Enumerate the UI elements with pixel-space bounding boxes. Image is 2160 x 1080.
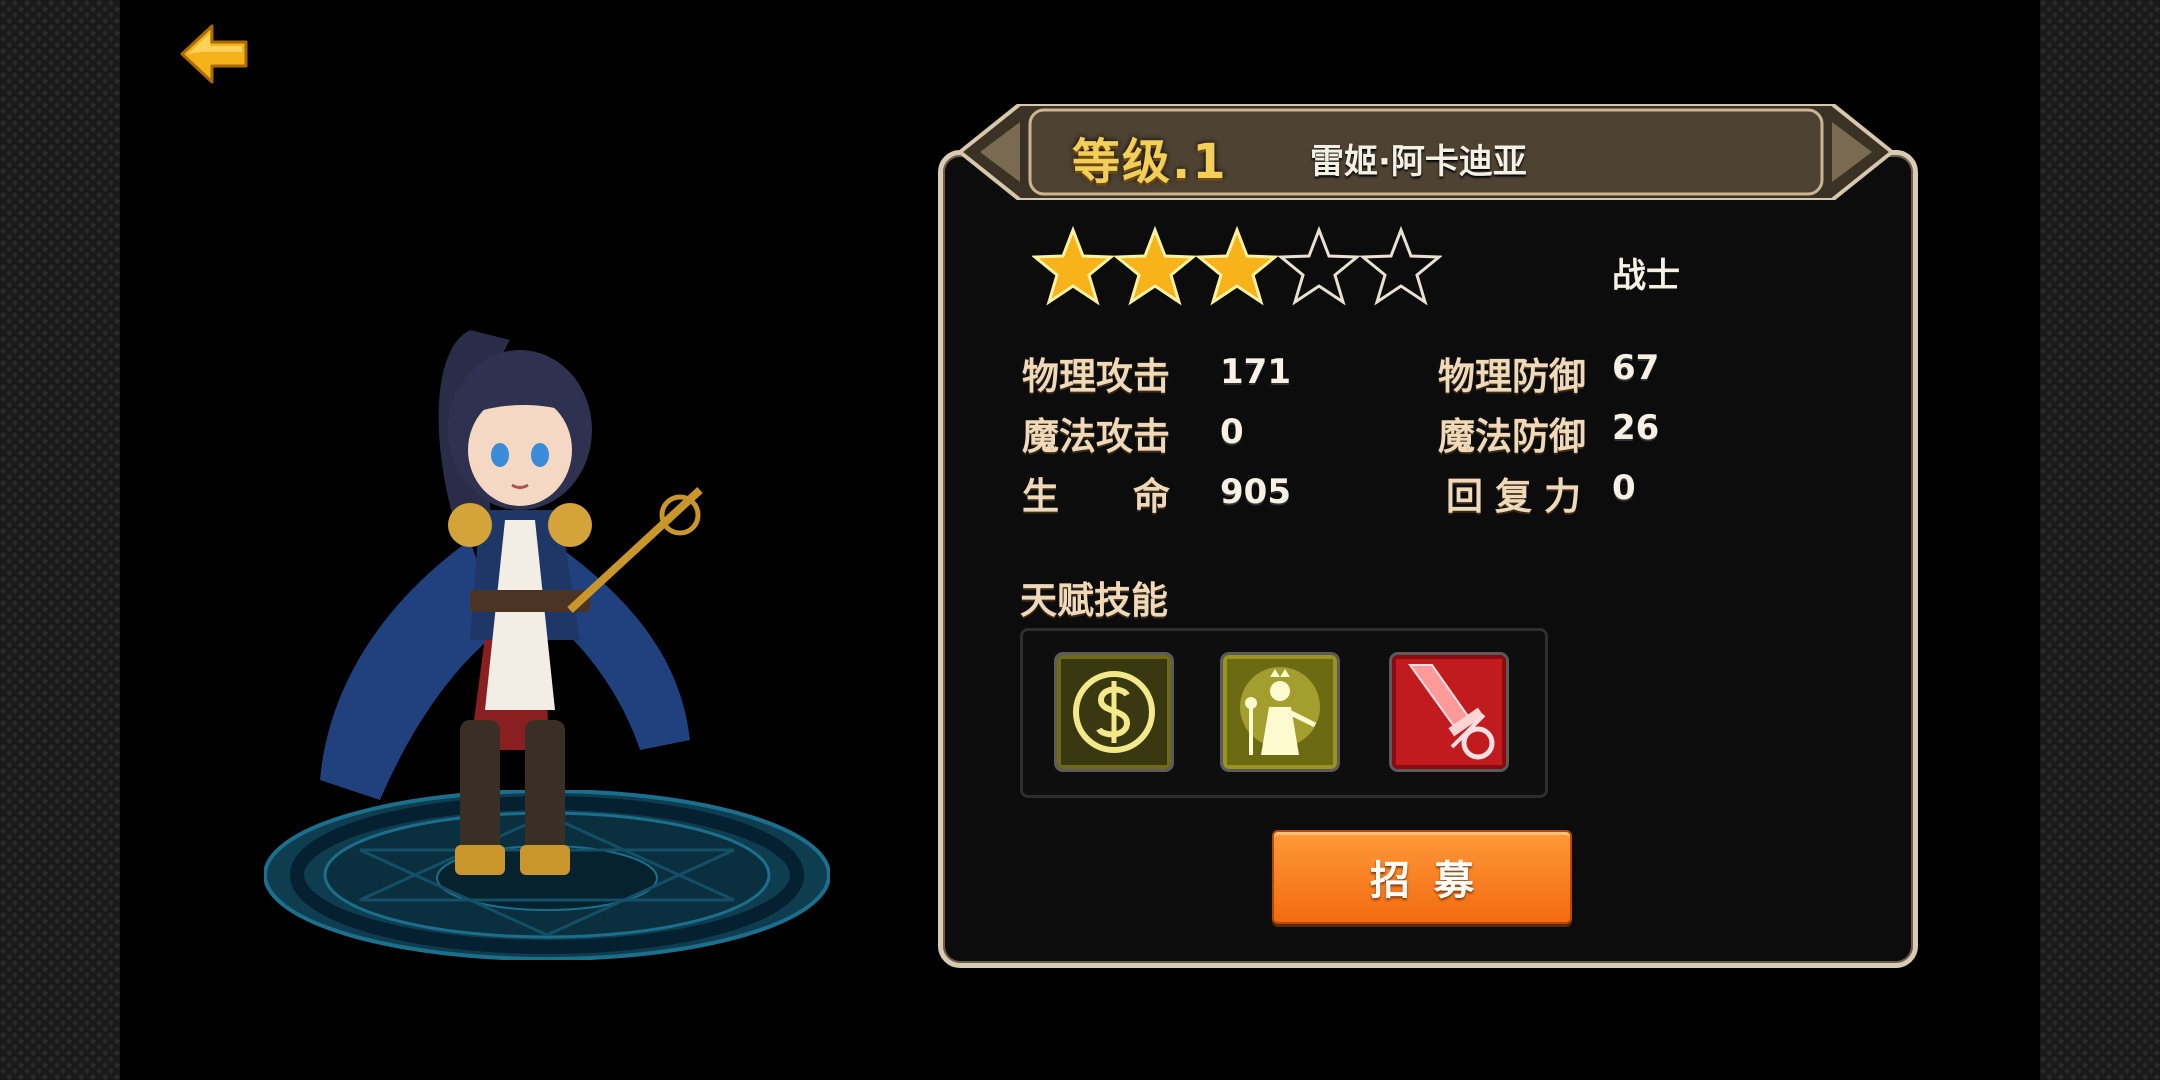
- star-filled-icon: [1114, 226, 1196, 306]
- right-pattern-border: [2040, 0, 2160, 1080]
- skill-slot-1[interactable]: [1057, 655, 1171, 769]
- physical-attack-label: 物理攻击: [1022, 355, 1170, 398]
- star-empty-icon: [1360, 226, 1442, 306]
- talent-skills-title: 天赋技能: [1020, 579, 1168, 622]
- red-sword-icon: [1392, 655, 1506, 769]
- magic-defense-value: 26: [1612, 408, 1660, 448]
- crowned-figure-icon: [1223, 655, 1337, 769]
- physical-attack-value: 171: [1220, 352, 1291, 392]
- physical-defense-value: 67: [1612, 348, 1660, 388]
- star-empty-icon: [1278, 226, 1360, 306]
- star-filled-icon: [1032, 226, 1114, 306]
- left-pattern-border: [0, 0, 120, 1080]
- magic-attack-value: 0: [1220, 412, 1244, 452]
- hp-value: 905: [1220, 472, 1291, 512]
- hero-character-illustration: [320, 310, 720, 890]
- back-arrow-button[interactable]: [178, 18, 250, 90]
- magic-defense-label: 魔法防御: [1438, 415, 1586, 458]
- hero-name: 雷姬·阿卡迪亚: [1310, 142, 1527, 182]
- recovery-label: 回复力: [1446, 475, 1593, 518]
- physical-defense-label: 物理防御: [1438, 355, 1586, 398]
- hero-level-label: 等级.1: [1072, 134, 1228, 190]
- hp-label: 生 命: [1022, 475, 1170, 518]
- recovery-value: 0: [1612, 468, 1636, 508]
- magic-attack-label: 魔法攻击: [1022, 415, 1170, 458]
- back-arrow-icon: [180, 24, 248, 84]
- star-filled-icon: [1196, 226, 1278, 306]
- skill-slot-3[interactable]: [1392, 655, 1506, 769]
- recruit-button[interactable]: 招募: [1272, 830, 1572, 924]
- hero-class-label: 战士: [1612, 256, 1680, 296]
- skill-slot-2[interactable]: [1223, 655, 1337, 769]
- dollar-coin-icon: [1057, 655, 1171, 769]
- hero-star-rating: [1032, 226, 1442, 308]
